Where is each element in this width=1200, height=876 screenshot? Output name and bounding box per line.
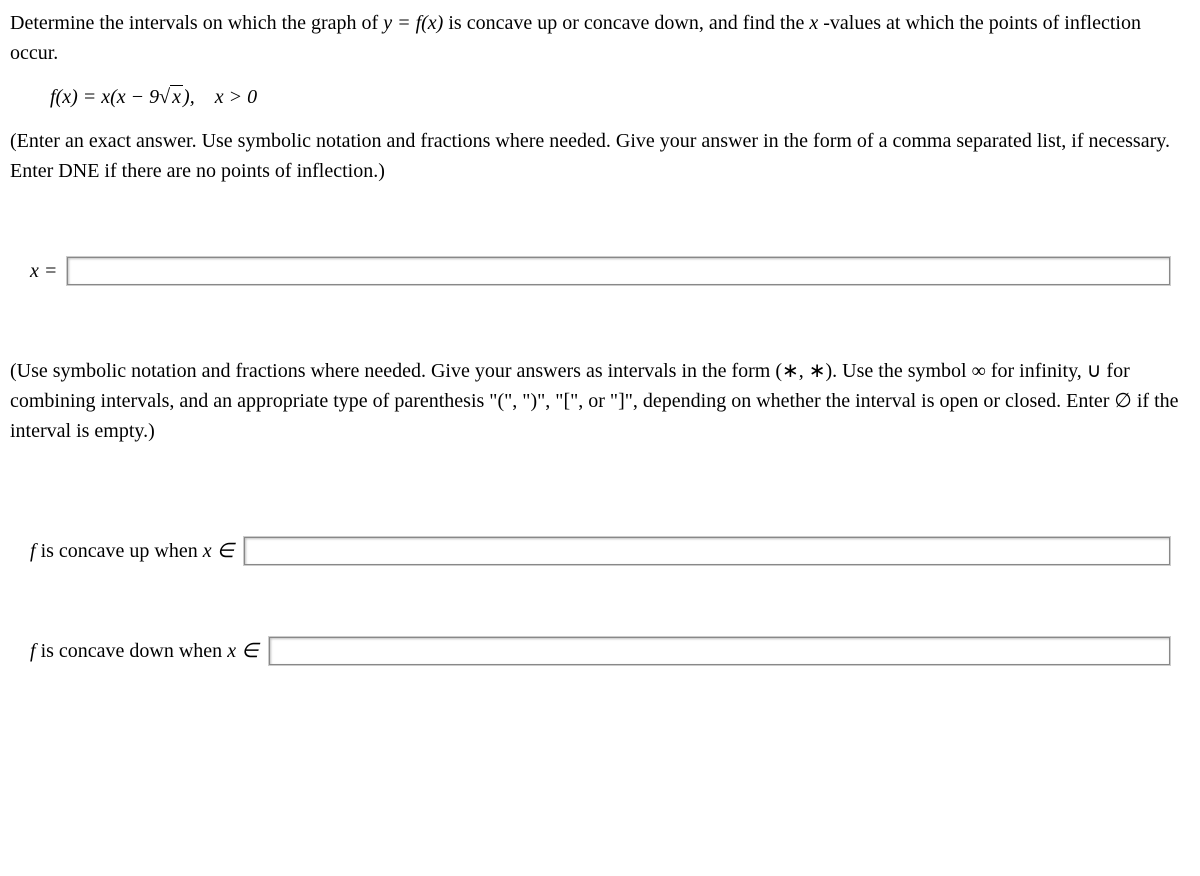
answer-row-x: x =	[30, 256, 1190, 286]
answer-row-concave-up: f is concave up when x ∈	[30, 536, 1190, 566]
formula-radicand: x	[170, 85, 183, 108]
intro-text-2: is concave up or concave down, and find …	[448, 12, 809, 34]
formula-condition: x > 0	[215, 86, 257, 108]
problem-intro: Determine the intervals on which the gra…	[10, 8, 1190, 68]
instructions-1: (Enter an exact answer. Use symbolic not…	[10, 126, 1190, 186]
x-equals-label: x =	[30, 256, 57, 286]
x-value-input[interactable]	[67, 257, 1170, 285]
intro-math: y = f(x)	[383, 12, 443, 34]
concave-up-input[interactable]	[244, 537, 1170, 565]
answer-row-concave-down: f is concave down when x ∈	[30, 636, 1190, 666]
function-formula: f(x) = x(x − 9√x), x > 0	[50, 82, 1190, 112]
intro-xvar: x	[809, 12, 818, 34]
formula-lhs: f(x) = x(x − 9	[50, 86, 159, 108]
intro-text-1: Determine the intervals on which the gra…	[10, 12, 383, 34]
concave-down-label: f is concave down when x ∈	[30, 636, 259, 666]
instructions-2: (Use symbolic notation and fractions whe…	[10, 356, 1190, 446]
formula-rhs: ),	[183, 86, 195, 108]
concave-down-input[interactable]	[269, 637, 1171, 665]
concave-up-label: f is concave up when x ∈	[30, 536, 234, 566]
